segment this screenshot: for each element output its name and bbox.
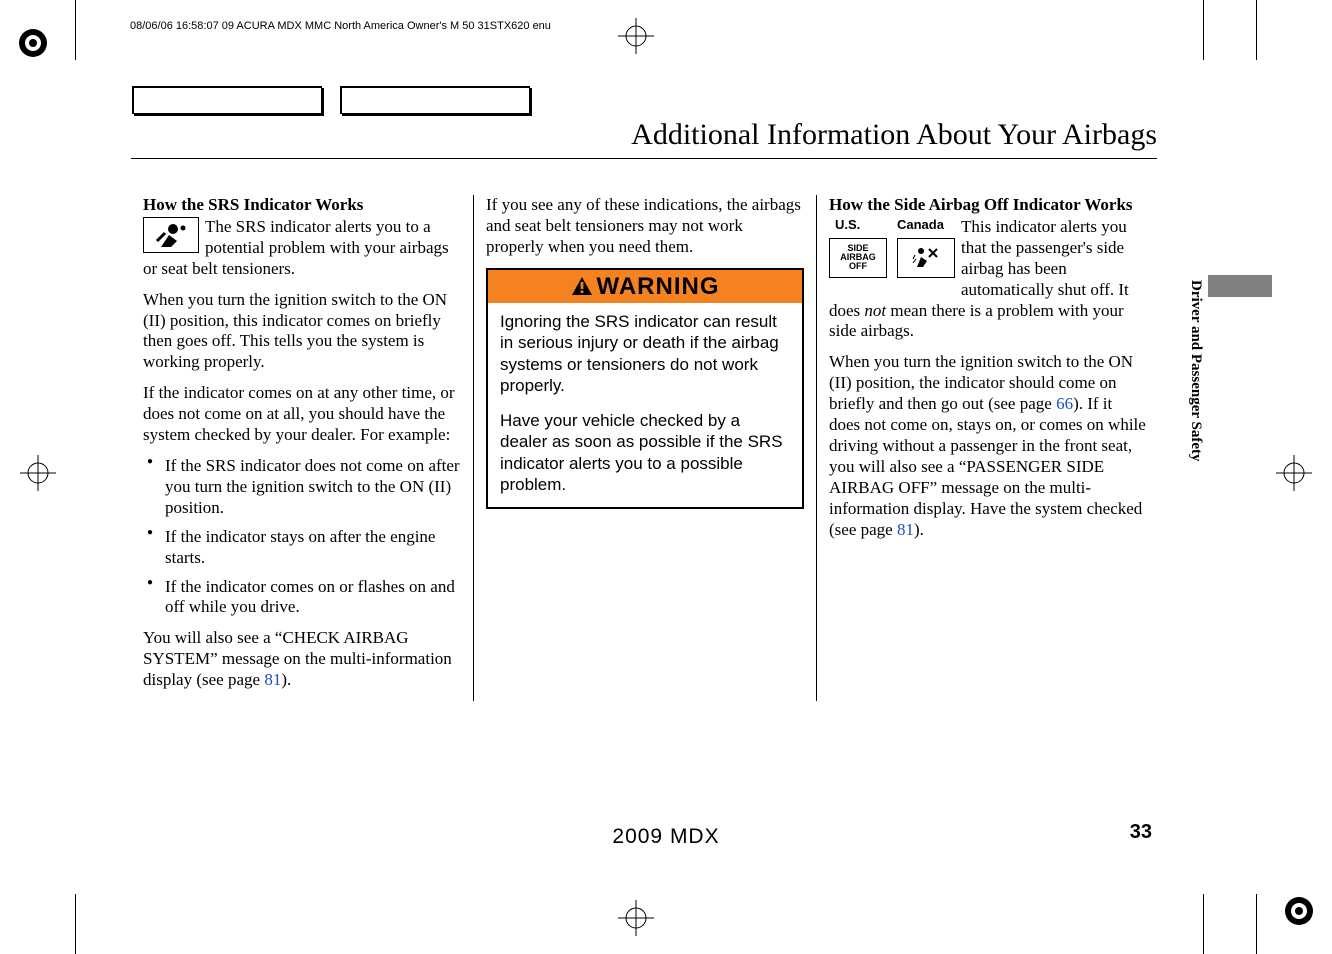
warning-text: Have your vehicle checked by a dealer as… — [500, 410, 790, 495]
column-1: How the SRS Indicator Works The SRS indi… — [131, 195, 473, 701]
body-text: You will also see a “CHECK AIRBAG SYSTEM… — [143, 628, 461, 691]
thumb-index-tab — [1208, 275, 1272, 297]
crop-mark — [75, 894, 76, 954]
bullet-list: If the SRS indicator does not come on af… — [143, 456, 461, 618]
tab-box — [132, 86, 322, 114]
crop-mark — [1256, 0, 1257, 60]
page-title: Additional Information About Your Airbag… — [631, 118, 1157, 152]
footer-model-year: 2009 MDX — [612, 825, 719, 849]
indicator-icons: U.S. Canada SIDE AIRBAG OFF — [829, 217, 955, 281]
body-text: The SRS indicator alerts you to a potent… — [143, 217, 461, 280]
registration-mark-icon — [1281, 893, 1317, 929]
text-run: You will also see a — [143, 628, 275, 647]
crop-mark — [1203, 0, 1204, 60]
crop-mark — [1203, 894, 1204, 954]
icon-text: OFF — [849, 262, 867, 271]
crosshair-icon — [20, 455, 56, 491]
chapter-side-tab: Driver and Passenger Safety — [1182, 280, 1204, 530]
page-reference-link[interactable]: 81 — [897, 520, 914, 539]
srs-indicator-icon — [143, 217, 199, 253]
body-text: If you see any of these indications, the… — [486, 195, 804, 258]
crop-mark — [75, 0, 76, 60]
canada-label: Canada — [897, 217, 944, 233]
side-airbag-off-canada-icon — [897, 238, 955, 278]
page-number: 33 — [1130, 821, 1152, 844]
text-run: ). — [281, 670, 291, 689]
page-reference-link[interactable]: 66 — [1056, 394, 1073, 413]
emphasis-text: not — [864, 301, 886, 320]
side-airbag-heading: How the Side Airbag Off Indicator Works — [829, 195, 1147, 216]
content-columns: How the SRS Indicator Works The SRS indi… — [131, 195, 1159, 701]
tab-box — [340, 86, 530, 114]
title-rule — [131, 158, 1157, 159]
list-item: If the indicator stays on after the engi… — [143, 527, 461, 569]
header-tab-boxes — [132, 86, 530, 114]
warning-box: WARNING Ignoring the SRS indicator can r… — [486, 268, 804, 510]
print-meta-header: 08/06/06 16:58:07 09 ACURA MDX MMC North… — [130, 20, 551, 32]
warning-triangle-icon — [571, 276, 593, 296]
crosshair-icon — [1276, 455, 1312, 491]
registration-mark-icon — [15, 25, 51, 61]
page-reference-link[interactable]: 81 — [264, 670, 281, 689]
list-item: If the SRS indicator does not come on af… — [143, 456, 461, 519]
srs-heading: How the SRS Indicator Works — [143, 195, 461, 216]
crosshair-icon — [618, 18, 654, 54]
body-text: When you turn the ignition switch to the… — [829, 352, 1147, 540]
crop-mark — [1256, 894, 1257, 954]
list-item: If the indicator comes on or flashes on … — [143, 577, 461, 619]
text-run: ). — [914, 520, 924, 539]
warning-header: WARNING — [488, 270, 802, 304]
warning-label: WARNING — [597, 272, 720, 302]
body-text: When you turn the ignition switch to the… — [143, 290, 461, 374]
warning-text: Ignoring the SRS indicator can result in… — [500, 311, 790, 396]
crosshair-icon — [618, 900, 654, 936]
side-airbag-off-us-icon: SIDE AIRBAG OFF — [829, 238, 887, 278]
column-3: How the Side Airbag Off Indicator Works … — [816, 195, 1159, 701]
warning-body: Ignoring the SRS indicator can result in… — [488, 303, 802, 507]
body-text: If the indicator comes on at any other t… — [143, 383, 461, 446]
column-2: If you see any of these indications, the… — [473, 195, 816, 701]
us-label: U.S. — [829, 217, 887, 233]
